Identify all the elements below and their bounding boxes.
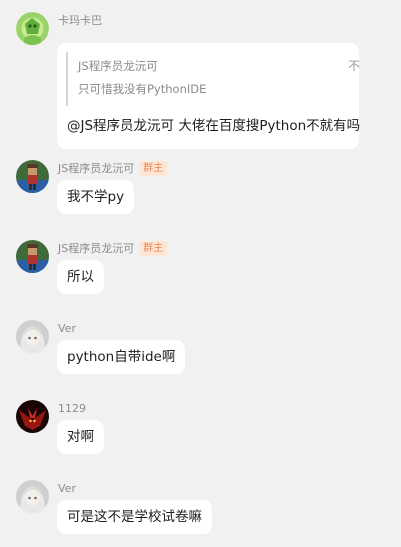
message-bubble[interactable]: 对啊 <box>57 420 104 454</box>
quoted-message[interactable]: JS程序员龙沅可 不 只可惜我没有PythonIDE <box>66 52 365 106</box>
message-text: 我不学py <box>67 189 125 205</box>
message-text: python自带ide啊 <box>67 349 176 365</box>
sender-name[interactable]: JS程序员龙沅可 <box>58 240 134 256</box>
green-character-avatar-icon[interactable] <box>16 12 49 45</box>
quote-text: 只可惜我没有PythonIDE <box>78 82 207 96</box>
message-text: @JS程序员龙沅可 大佬在百度搜Python不就有吗 <box>67 118 361 134</box>
sender-line: Ver <box>58 320 76 336</box>
gray-anime-girl-avatar-icon[interactable] <box>16 320 49 353</box>
message-text: 可是这不是学校试卷嘛 <box>67 509 202 525</box>
quote-author: JS程序员龙沅可 <box>78 59 158 73</box>
message-bubble[interactable]: JS程序员龙沅可 不 只可惜我没有PythonIDE @JS程序员龙沅可 大佬在… <box>57 43 361 149</box>
sender-name[interactable]: JS程序员龙沅可 <box>58 160 134 176</box>
sender-name[interactable]: 1129 <box>58 402 86 415</box>
sender-name[interactable]: Ver <box>58 322 76 335</box>
gray-anime-girl-avatar-icon[interactable] <box>16 480 49 513</box>
message-bubble[interactable]: 所以 <box>57 260 104 294</box>
message-text: 对啊 <box>67 429 94 445</box>
sender-name[interactable]: Ver <box>58 482 76 495</box>
sender-line: 卡玛卡巴 <box>58 12 102 28</box>
message-bubble[interactable]: python自带ide啊 <box>57 340 186 374</box>
sender-line: JS程序员龙沅可 群主 <box>58 160 168 176</box>
sender-line: JS程序员龙沅可 群主 <box>58 240 168 256</box>
sender-line: Ver <box>58 480 76 496</box>
message-text: 所以 <box>67 269 94 285</box>
owner-badge: 群主 <box>139 160 168 176</box>
sender-line: 1129 <box>58 400 86 416</box>
pixel-character-avatar-icon[interactable] <box>16 160 49 193</box>
owner-badge: 群主 <box>139 240 168 256</box>
quote-close-label[interactable]: 不 <box>348 58 360 74</box>
message-bubble[interactable]: 可是这不是学校试卷嘛 <box>57 500 212 534</box>
sender-name[interactable]: 卡玛卡巴 <box>58 12 102 28</box>
red-dragon-avatar-icon[interactable] <box>16 400 49 433</box>
message-bubble[interactable]: 我不学py <box>57 180 135 214</box>
pixel-character-avatar-icon[interactable] <box>16 240 49 273</box>
